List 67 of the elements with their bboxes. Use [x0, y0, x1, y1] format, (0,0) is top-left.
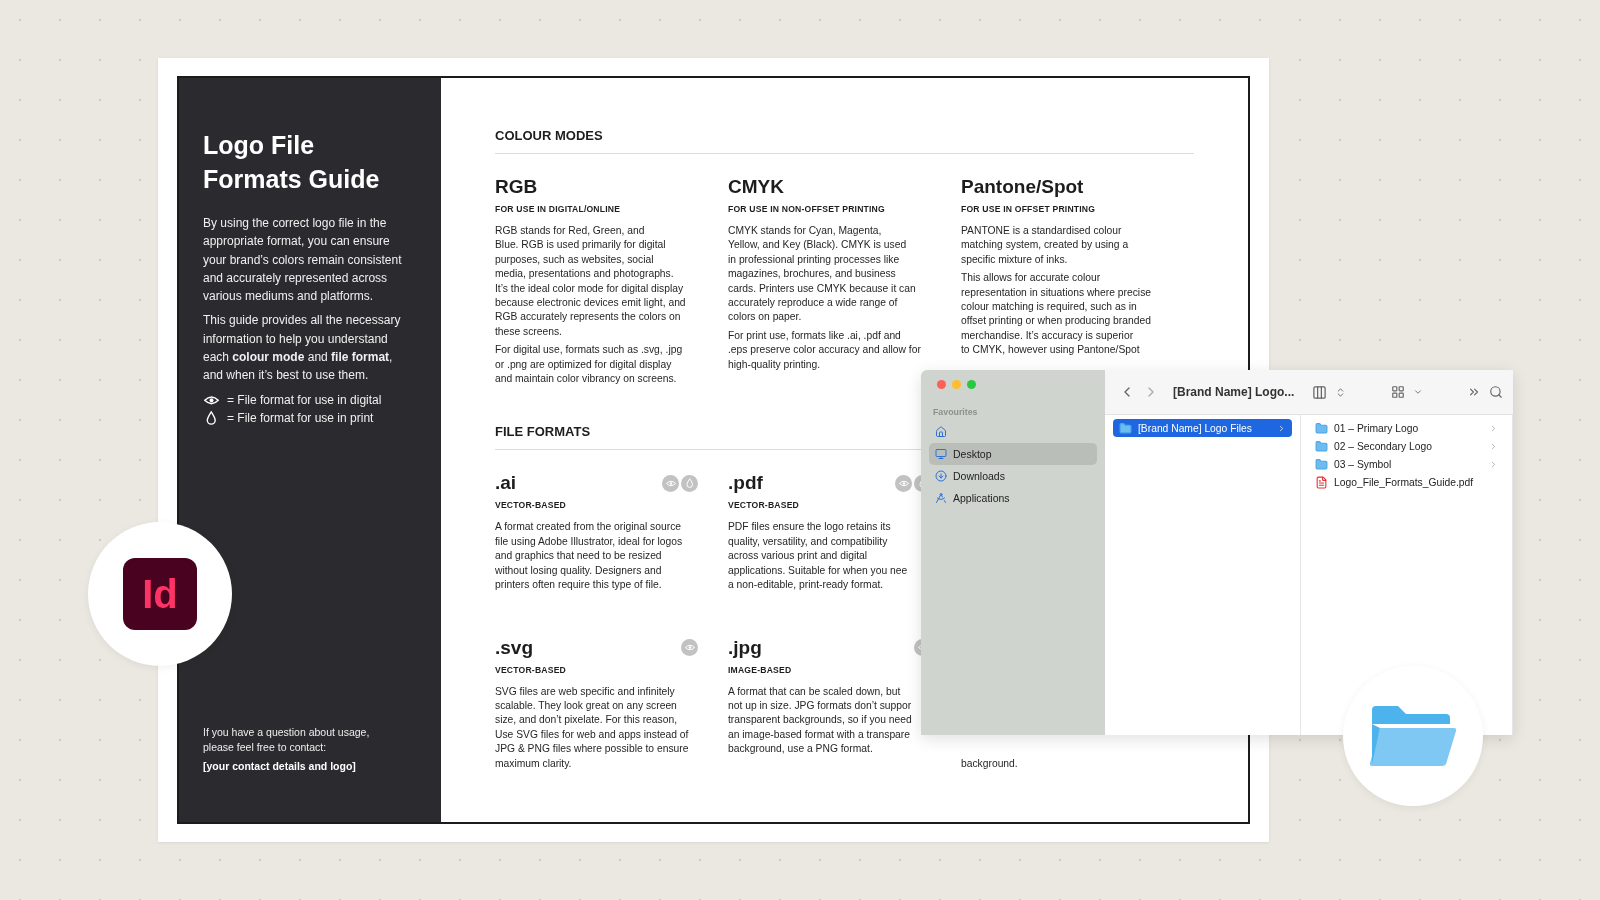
body-text: A format created from the original source file using Adobe Illustrator, ideal for logos and graphics that need to be resized without losing quality. Designers and printers often require this type of file. — [495, 520, 684, 593]
folder-icon — [1315, 457, 1328, 471]
file-row[interactable]: 02 – Secondary Logo — [1309, 437, 1504, 455]
body-text: A format that can be scaled down, but not up in size. JPG formats don’t suppor transparent backgrounds, so if you need an image-based format with a transpare background, use a PNG format. — [728, 684, 913, 757]
intro-text: This guide provides all the necessary information to help you understand each colour mode and file format, and when it’s best to use them. — [203, 312, 402, 385]
drop-icon — [681, 474, 698, 492]
body-text: RGB stands for Red, Green, and Blue. RGB is used primarily for digital purposes, such as websites, social media, presentations and photographs. It’s the ideal color mode for digital display because electronic devices emit light, and RGB accurately represents the colors on these screens. — [495, 224, 687, 339]
body-text: For print use, formats like .ai, .pdf and .eps preserve color accuracy and allow for high-quality printing. — [728, 328, 922, 372]
folder-icon — [1368, 704, 1458, 768]
format-title: .jpg — [728, 636, 762, 659]
format-type: VECTOR-BASED — [495, 500, 567, 511]
file-row[interactable]: 03 – Symbol — [1309, 455, 1504, 473]
close-button[interactable] — [937, 380, 946, 389]
section-heading: COLOUR MODES — [495, 128, 1194, 154]
window-title: [Brand Name] Logo... — [1173, 385, 1295, 399]
body-text: For digital use, formats such as .svg, .jpg or .png are optimized for digital display and maintain color vibrancy on screens. — [495, 343, 684, 387]
body-text: PANTONE is a standardised colour matching system, created by using a specific mixture of inks. — [961, 224, 1130, 267]
chevron-icon — [1277, 423, 1286, 433]
monitor-icon — [935, 448, 947, 460]
body-text: SVG files are web specific and infinitely scalable. They look great on any screen size, and don’t pixelate. For this reason, Use SVG files for web and apps instead of JPG & PNG files where possible to ensure maximum clarity. — [495, 684, 690, 771]
sidebar-heading: Favourites — [932, 407, 979, 417]
format-type: VECTOR-BASED — [495, 664, 567, 675]
format-title: .pdf — [728, 472, 763, 495]
folder-icon — [1119, 421, 1132, 435]
file-row[interactable]: 01 – Primary Logo — [1309, 419, 1504, 437]
mode-title: RGB — [495, 176, 539, 198]
mode-title: Pantone/Spot — [961, 176, 1085, 198]
caret-icon[interactable] — [1412, 387, 1423, 397]
search-icon[interactable] — [1489, 385, 1503, 399]
compass-icon — [935, 492, 947, 504]
sidebar-item[interactable]: Applications — [929, 487, 1097, 509]
file-row[interactable]: Logo_File_Formats_Guide.pdf — [1309, 473, 1504, 491]
format-type: VECTOR-BASED — [728, 500, 800, 511]
sidebar-item[interactable]: Downloads — [929, 465, 1097, 487]
body-text: background. — [961, 756, 1019, 771]
format-title: .ai — [495, 472, 517, 495]
body-text: This allows for accurate colour representation in situations where precise colour matching is required, such as in offset printing or when producing branded merchandise. It’s accuracy is superior to CMYK, however using Pantone/Spot — [961, 271, 1153, 358]
mode-usage: FOR USE IN OFFSET PRINTING — [961, 204, 1097, 214]
sidebar-item[interactable]: Desktop — [929, 443, 1097, 465]
eye-icon — [203, 394, 219, 406]
format-type: IMAGE-BASED — [728, 664, 793, 675]
eye-icon — [895, 474, 912, 492]
app-logo: Id — [123, 558, 197, 630]
mode-usage: FOR USE IN NON-OFFSET PRINTING — [728, 204, 886, 214]
guide-title: Logo File Formats Guide — [203, 130, 381, 195]
body-text: PDF files ensure the logo retains its quality, versatility, and compatibility across various print and digital applications. Suitable for when you nee a non-editable, print-ready format. — [728, 520, 909, 593]
intro-text: By using the correct logo file in the appropriate format, you can ensure your brand’s colors remain consistent and accurately represented across various mediums and platforms. — [203, 215, 403, 306]
mode-title: CMYK — [728, 176, 785, 198]
legend-text: = File format for use in print — [227, 409, 374, 427]
home-icon — [935, 426, 947, 438]
eye-icon — [681, 639, 698, 656]
mode-usage: FOR USE IN DIGITAL/ONLINE — [495, 204, 622, 214]
columns-icon[interactable] — [1312, 384, 1328, 400]
download-icon — [935, 470, 947, 482]
folder-icon — [1315, 439, 1328, 453]
grid-icon[interactable] — [1390, 385, 1405, 399]
legend-text: = File format for use in digital — [227, 391, 382, 409]
eye-icon — [662, 474, 679, 492]
document-icon — [1315, 475, 1328, 489]
file-row[interactable]: [Brand Name] Logo Files — [1113, 419, 1292, 437]
contact-text: If you have a question about usage, please feel free to contact: — [203, 725, 371, 755]
format-title: .svg — [495, 636, 534, 659]
contact-details: [your contact details and logo] — [203, 760, 357, 772]
body-text: CMYK stands for Cyan, Magenta, Yellow, and Key (Black). CMYK is used in professional printing processes like magazines, brochures, and business cards. Printers use CMYK because it can accurately reproduce a wide range of colors on paper. — [728, 224, 917, 325]
folder-icon — [1315, 421, 1328, 435]
more-icon[interactable] — [1467, 385, 1481, 399]
zoom-button[interactable] — [967, 380, 976, 389]
